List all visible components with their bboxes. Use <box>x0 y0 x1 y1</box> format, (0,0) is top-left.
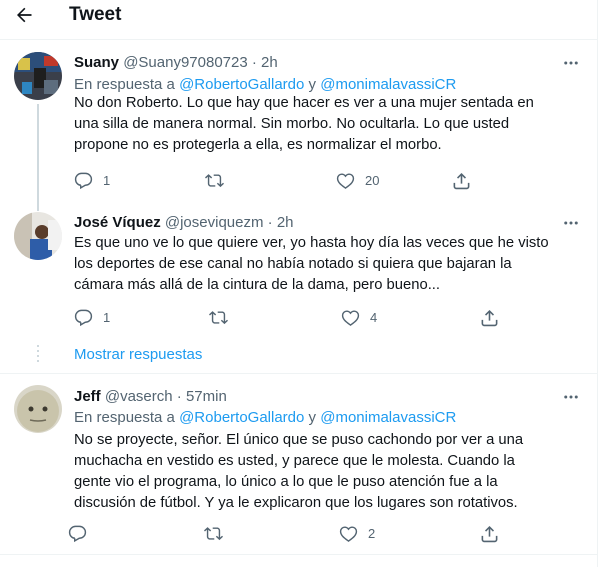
reply-icon <box>74 172 93 189</box>
replying-to-joiner: y <box>308 76 317 93</box>
separator-dot: · <box>176 388 182 405</box>
replying-to: En respuesta a @RobertoGallardo y @monim… <box>74 408 456 428</box>
more-options-button[interactable] <box>560 53 582 73</box>
reply-tweet[interactable]: Suany @Suany97080723 · 2h En respuesta a… <box>0 40 597 211</box>
thread-line <box>37 104 39 211</box>
mention-link[interactable]: @monimalavassiCR <box>320 409 456 426</box>
mention-link[interactable]: @RobertoGallardo <box>179 409 304 426</box>
tweet-header: Tweet <box>0 0 600 33</box>
reply-icon <box>68 525 87 542</box>
retweet-button[interactable] <box>209 307 228 327</box>
share-button[interactable] <box>480 523 499 543</box>
share-button[interactable] <box>480 307 499 327</box>
display-name[interactable]: Suany <box>74 54 119 71</box>
reply-count: 1 <box>103 309 111 325</box>
reply-button[interactable]: 1 <box>74 307 110 327</box>
like-icon <box>339 525 358 542</box>
retweet-icon <box>205 173 224 187</box>
display-name[interactable]: Jeff <box>74 388 101 405</box>
more-replies-dots <box>37 345 39 365</box>
reply-button[interactable]: 1 <box>74 170 110 190</box>
separator-dot: · <box>267 214 273 231</box>
avatar[interactable] <box>14 385 62 433</box>
replying-to-label: En respuesta a <box>74 76 175 93</box>
user-handle[interactable]: @joseviquezm <box>165 214 264 231</box>
user-handle[interactable]: @Suany97080723 <box>123 54 248 71</box>
like-icon <box>336 172 355 189</box>
tweet-text: Es que uno ve lo que quiere ver, yo hast… <box>74 235 549 293</box>
replying-to-joiner: y <box>308 409 317 426</box>
avatar[interactable] <box>14 52 62 100</box>
tweet-actions: 1 20 <box>74 170 504 190</box>
tweet-meta: Jeff @vaserch · 57min <box>74 387 227 407</box>
reply-icon <box>74 309 93 326</box>
back-button[interactable] <box>10 3 38 27</box>
more-options-button[interactable] <box>560 387 582 407</box>
tweet-actions: 2 <box>68 523 504 543</box>
retweet-button[interactable] <box>205 170 224 190</box>
reply-tweet[interactable]: José Víquez @joseviquezm · 2h Es que uno… <box>0 203 597 338</box>
column-border <box>597 0 598 567</box>
more-icon <box>564 395 578 399</box>
like-button[interactable]: 20 <box>336 170 379 190</box>
tweet-meta: José Víquez @joseviquezm · 2h <box>74 213 294 233</box>
share-button[interactable] <box>452 170 471 190</box>
arrow-left-icon <box>17 7 32 23</box>
like-count: 2 <box>368 525 376 541</box>
more-icon <box>564 61 578 65</box>
reply-count: 1 <box>103 172 111 188</box>
tweet-actions: 1 4 <box>74 307 504 327</box>
like-icon <box>341 309 360 326</box>
mention-link[interactable]: @monimalavassiCR <box>320 76 456 93</box>
like-count: 20 <box>365 172 380 188</box>
replying-to: En respuesta a @RobertoGallardo y @monim… <box>74 75 456 95</box>
timestamp[interactable]: 2h <box>261 54 278 71</box>
like-count: 4 <box>370 309 378 325</box>
tweet-text: No don Roberto. Lo que hay que hacer es … <box>74 95 534 153</box>
display-name[interactable]: José Víquez <box>74 214 161 231</box>
share-icon <box>453 172 470 189</box>
tweet-meta: Suany @Suany97080723 · 2h <box>74 53 278 73</box>
more-icon <box>564 221 578 225</box>
show-more-replies-link[interactable]: Mostrar respuestas <box>74 345 202 365</box>
share-icon <box>481 309 498 326</box>
mention-link[interactable]: @RobertoGallardo <box>179 76 304 93</box>
reply-button[interactable] <box>68 523 87 543</box>
retweet-icon <box>209 310 228 324</box>
reply-tweet[interactable]: Jeff @vaserch · 57min En respuesta a @Ro… <box>0 374 597 554</box>
avatar[interactable] <box>14 212 62 260</box>
tweet-text: No se proyecte, señor. El único que se p… <box>74 432 524 511</box>
divider <box>0 554 597 555</box>
timestamp[interactable]: 2h <box>277 214 294 231</box>
more-options-button[interactable] <box>560 213 582 233</box>
share-icon <box>481 525 498 542</box>
retweet-icon <box>204 526 223 540</box>
retweet-button[interactable] <box>204 523 223 543</box>
separator-dot: · <box>251 54 257 71</box>
page-title: Tweet <box>69 4 122 25</box>
replying-to-label: En respuesta a <box>74 409 175 426</box>
like-button[interactable]: 4 <box>341 307 377 327</box>
timestamp[interactable]: 57min <box>186 388 227 405</box>
user-handle[interactable]: @vaserch <box>105 388 173 405</box>
like-button[interactable]: 2 <box>339 523 375 543</box>
